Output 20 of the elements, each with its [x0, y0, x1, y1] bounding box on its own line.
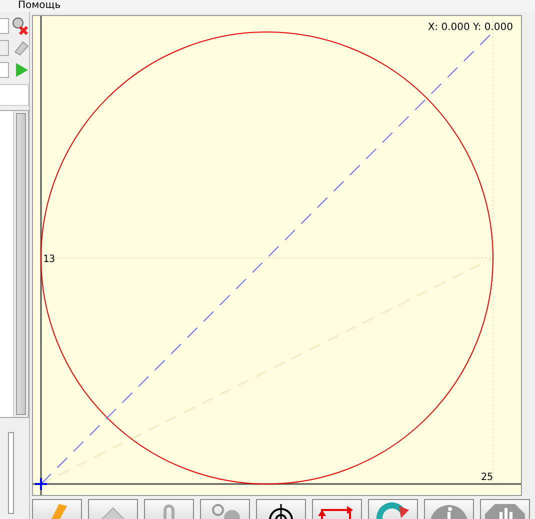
axis-label: 13	[43, 254, 56, 265]
refresh-icon	[375, 502, 411, 519]
info-icon	[429, 502, 469, 519]
menu-item[interactable]: Помощь	[18, 0, 61, 12]
toolbar-button[interactable]	[256, 499, 306, 519]
input-field[interactable]	[0, 40, 9, 56]
stop-sign-icon	[485, 502, 525, 519]
play-icon[interactable]	[15, 62, 29, 78]
slider-track[interactable]	[8, 432, 14, 514]
drawing-canvas[interactable]: X: 0.000 Y: 0.000 13 25	[32, 15, 522, 496]
axis-label: 25	[481, 472, 494, 483]
coordinate-readout: X: 0.000 Y: 0.000	[428, 22, 513, 33]
spin-box[interactable]	[0, 62, 9, 78]
input-field[interactable]	[0, 84, 29, 106]
crosshair-icon	[266, 502, 296, 519]
scrollbar[interactable]	[13, 111, 28, 417]
input-field[interactable]	[0, 18, 9, 34]
paperclip-icon	[161, 502, 177, 519]
eraser-icon[interactable]	[13, 40, 29, 56]
list-box[interactable]	[0, 110, 29, 418]
